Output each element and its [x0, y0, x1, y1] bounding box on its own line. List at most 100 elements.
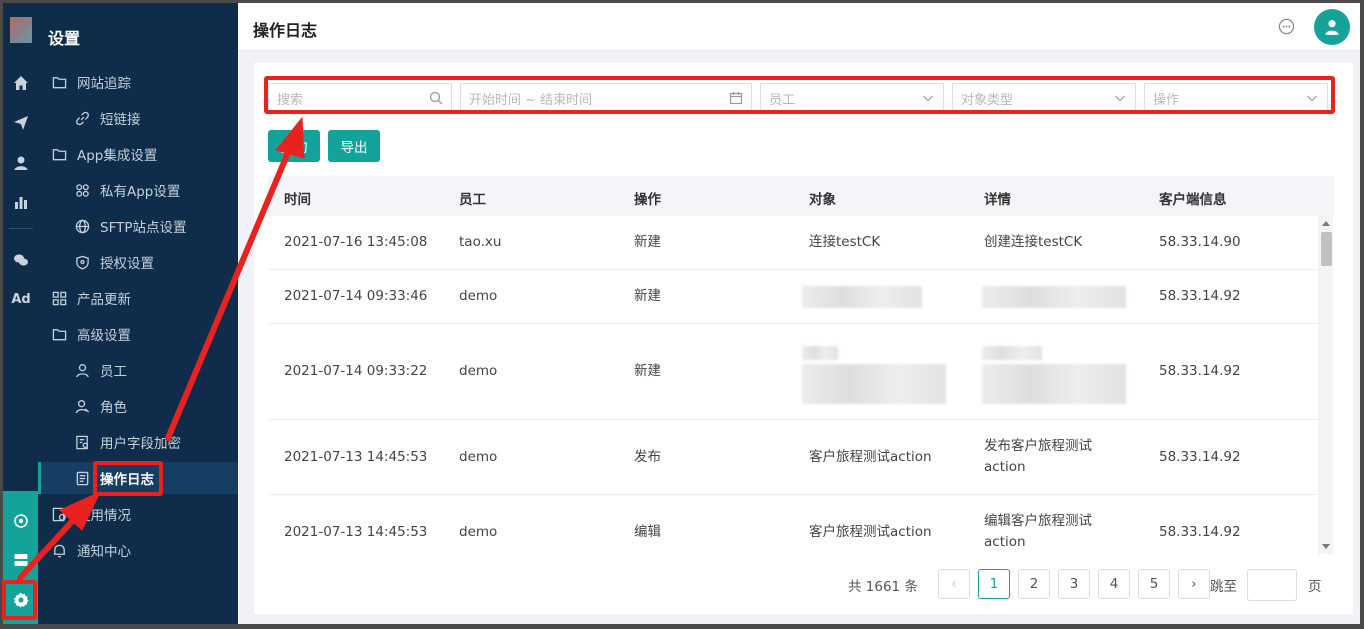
- sidebar-item-advanced-settings[interactable]: 高级设置: [38, 318, 238, 350]
- apps-icon: [76, 183, 89, 197]
- table-scrollbar[interactable]: [1318, 216, 1333, 554]
- table-row[interactable]: 2021-07-14 09:33:22 demo 新建 58.33.14.92: [268, 324, 1318, 420]
- sidebar-item-label: 角色: [100, 400, 127, 416]
- table-row[interactable]: 2021-07-16 13:45:08 tao.xu 新建 连接testCK 创…: [268, 216, 1318, 270]
- cell-employee: demo: [459, 288, 498, 304]
- sidebar-item-authorization[interactable]: 授权设置: [38, 246, 238, 278]
- avatar[interactable]: [1314, 9, 1350, 45]
- wechat-icon[interactable]: [9, 248, 33, 272]
- app-window: Ad 设置 网站追踪 短链接 App集成设置 私有App设置 SFTP站点设置: [3, 3, 1360, 624]
- object-type-select[interactable]: 对象类型: [952, 83, 1136, 113]
- cell-client: 58.33.14.92: [1159, 524, 1241, 540]
- cell-object: 连接testCK: [809, 234, 881, 250]
- user-icon[interactable]: [9, 151, 33, 175]
- next-page-button[interactable]: ›: [1178, 569, 1210, 599]
- sidebar-item-product-updates[interactable]: 产品更新: [38, 282, 238, 314]
- gear-icon[interactable]: [9, 588, 33, 612]
- total-count: 共 1661 条: [848, 579, 918, 595]
- icon-rail: Ad: [3, 3, 38, 624]
- cell-time: 2021-07-14 09:33:46: [284, 288, 428, 304]
- home-icon[interactable]: [9, 71, 33, 95]
- page-button-1[interactable]: 1: [978, 569, 1010, 599]
- sidebar-item-sftp[interactable]: SFTP站点设置: [38, 210, 238, 242]
- table-row[interactable]: 2021-07-13 14:45:53 demo 发布 客户旅程测试action…: [268, 420, 1318, 495]
- date-range-picker[interactable]: 开始时间 ~ 结束时间: [460, 83, 752, 113]
- column-header: 时间: [284, 192, 311, 208]
- employee-select[interactable]: 员工: [760, 83, 944, 113]
- scroll-down-arrow[interactable]: [1322, 544, 1330, 549]
- role-icon: [75, 399, 90, 413]
- cell-employee: demo: [459, 363, 498, 379]
- sidebar-item-label: 用户字段加密: [100, 436, 181, 452]
- page-suffix: 页: [1308, 579, 1322, 595]
- log-icon: [76, 471, 89, 485]
- sidebar-item-label: 授权设置: [100, 256, 154, 272]
- column-header: 对象: [809, 192, 836, 208]
- search-input[interactable]: 搜索: [268, 83, 452, 113]
- chevron-down-icon: [1307, 95, 1317, 102]
- chart-icon[interactable]: [9, 190, 33, 214]
- server-icon[interactable]: [9, 548, 33, 572]
- cell-detail: 发布客户旅程测试: [984, 438, 1092, 454]
- table-row[interactable]: 2021-07-14 09:33:46 demo 新建 58.33.14.92: [268, 270, 1318, 324]
- search-icon: [429, 91, 443, 105]
- content-card: 搜索 开始时间 ~ 结束时间 员工 对象类型 操作 查询 导出 时间 员工 操作…: [254, 63, 1353, 614]
- sidebar-item-operation-log[interactable]: 操作日志: [38, 462, 238, 494]
- prev-page-button[interactable]: ‹: [938, 569, 970, 599]
- page-button-2[interactable]: 2: [1018, 569, 1050, 599]
- cell-operation: 新建: [634, 234, 661, 250]
- cell-client: 58.33.14.92: [1159, 449, 1241, 465]
- sidebar-item-usage[interactable]: 使用情况: [38, 498, 238, 530]
- sidebar-item-roles[interactable]: 角色: [38, 390, 238, 422]
- cell-object: 客户旅程测试action: [809, 449, 932, 465]
- cell-client: 58.33.14.92: [1159, 363, 1241, 379]
- cell-object: 客户旅程测试action: [809, 524, 932, 540]
- scroll-thumb[interactable]: [1321, 232, 1332, 266]
- calendar-icon: [729, 92, 743, 105]
- page-button-3[interactable]: 3: [1058, 569, 1090, 599]
- sidebar-item-label: 操作日志: [100, 472, 154, 488]
- globe-icon: [75, 219, 90, 233]
- sidebar-item-employees[interactable]: 员工: [38, 354, 238, 386]
- sidebar-item-field-encryption[interactable]: 用户字段加密: [38, 426, 238, 458]
- table-row[interactable]: 2021-07-13 14:45:53 demo 编辑 客户旅程测试action…: [268, 495, 1318, 554]
- jump-label: 跳至: [1210, 579, 1237, 595]
- usage-icon: [52, 507, 66, 521]
- filter-bar: 搜索 开始时间 ~ 结束时间 员工 对象类型 操作: [268, 83, 1328, 115]
- operation-select[interactable]: 操作: [1144, 83, 1328, 113]
- ad-icon[interactable]: Ad: [9, 287, 33, 311]
- sidebar-item-label: 员工: [100, 364, 127, 380]
- sidebar-item-label: 使用情况: [77, 508, 131, 524]
- cell-detail: 创建连接testCK: [984, 234, 1083, 250]
- grid-icon: [52, 291, 67, 305]
- page-button-4[interactable]: 4: [1098, 569, 1130, 599]
- sidebar-item-website-tracking[interactable]: 网站追踪: [38, 66, 238, 98]
- send-icon[interactable]: [9, 111, 33, 135]
- folder-icon: [52, 148, 67, 160]
- cell-client: 58.33.14.92: [1159, 288, 1241, 304]
- sidebar-item-private-app[interactable]: 私有App设置: [38, 174, 238, 206]
- page-button-5[interactable]: 5: [1138, 569, 1170, 599]
- sidebar-item-app-integration[interactable]: App集成设置: [38, 138, 238, 170]
- column-header: 详情: [984, 192, 1011, 208]
- sidebar-item-short-link[interactable]: 短链接: [38, 102, 238, 134]
- cell-detail: action: [984, 459, 1026, 475]
- integration-icon[interactable]: [9, 509, 33, 533]
- sidebar-item-label: SFTP站点设置: [100, 220, 187, 236]
- folder-icon: [52, 76, 67, 88]
- person-icon: [76, 363, 89, 377]
- export-button[interactable]: 导出: [328, 130, 380, 162]
- cell-operation: 新建: [634, 363, 661, 379]
- sidebar-item-label: 网站追踪: [77, 76, 131, 92]
- sidebar-item-label: 短链接: [100, 112, 141, 128]
- column-header: 操作: [634, 192, 661, 208]
- query-button[interactable]: 查询: [268, 130, 320, 162]
- sidebar-item-notification-center[interactable]: 通知中心: [38, 534, 238, 566]
- jump-page-input[interactable]: [1247, 569, 1297, 601]
- table-body: 2021-07-16 13:45:08 tao.xu 新建 连接testCK 创…: [268, 216, 1334, 554]
- brand-logo: [10, 17, 32, 43]
- scroll-up-arrow[interactable]: [1322, 221, 1330, 226]
- redacted-detail: [982, 286, 1126, 308]
- cell-operation: 发布: [634, 449, 661, 465]
- chat-icon[interactable]: [1278, 18, 1295, 35]
